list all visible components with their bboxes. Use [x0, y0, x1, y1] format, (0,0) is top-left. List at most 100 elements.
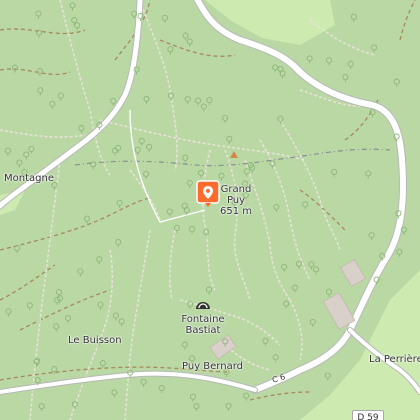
label-grand-puy-line2: Puy: [226, 195, 246, 206]
tree-icon: [350, 13, 357, 22]
tree-icon: [400, 226, 407, 235]
tree-icon: [57, 92, 64, 101]
peak-triangle-icon: [230, 151, 238, 158]
tree-icon: [325, 288, 333, 297]
tree-icon: [115, 239, 122, 248]
tree-icon: [182, 32, 189, 41]
meadow-areas: [0, 0, 420, 420]
tree-icon: [200, 103, 207, 112]
tree-icon: [158, 385, 165, 394]
tree-icon: [5, 308, 12, 317]
tree-icon: [225, 402, 232, 411]
road-shield-d: D 59: [352, 410, 384, 420]
tree-icon: [111, 147, 118, 156]
tree-icon: [78, 125, 85, 134]
tree-icon: [53, 323, 60, 332]
tree-icon: [277, 65, 284, 74]
label-fontaine-bastiat: Fontaine Bastiat: [178, 314, 228, 336]
tree-icon: [393, 78, 400, 87]
tree-icon: [90, 161, 97, 170]
tree-icon: [247, 162, 254, 171]
tree-icon: [295, 260, 303, 269]
tree-icon: [71, 17, 78, 26]
tree-icon: [262, 337, 269, 346]
tree-icon: [283, 300, 290, 309]
label-grand-puy: Grand Puy 651 m: [216, 184, 256, 217]
tree-icon: [140, 378, 147, 387]
tree-icon: [281, 263, 288, 272]
tree-icon: [161, 14, 168, 23]
tree-icon: [193, 403, 200, 412]
tree-icon: [36, 68, 43, 77]
tree-icon: [279, 70, 286, 79]
tree-icon: [243, 168, 250, 177]
tree-icon: [226, 135, 233, 144]
meadow-east: [300, 270, 420, 420]
tree-icon: [118, 318, 125, 327]
tree-icon: [28, 145, 35, 154]
tree-icon: [181, 202, 188, 211]
tree-icon: [272, 354, 279, 363]
tree-icon: [110, 97, 117, 106]
tree-icon: [194, 97, 202, 106]
tree-icon: [167, 46, 174, 55]
tree-icon: [112, 312, 119, 321]
tree-icon: [143, 95, 150, 104]
tree-icon: [96, 256, 103, 265]
summit-access-path: [129, 109, 206, 223]
tree-icon: [184, 96, 191, 105]
label-le-buisson: Le Buisson: [68, 335, 122, 346]
tree-icon: [371, 44, 378, 53]
tree-icon: [182, 154, 189, 163]
meadow-north: [205, 0, 335, 45]
tree-icon: [138, 137, 145, 146]
tree-icon: [49, 100, 56, 109]
label-fontaine-line1: Fontaine: [181, 314, 225, 325]
label-grand-puy-line1: Grand: [220, 184, 252, 195]
map-pin-shape: [196, 180, 220, 207]
tree-icon: [35, 10, 42, 19]
tree-icon: [313, 266, 320, 275]
tree-icon: [38, 403, 45, 412]
tree-icon: [308, 261, 315, 270]
tree-icon: [14, 245, 21, 254]
tree-icon: [83, 215, 91, 224]
tree-icon: [222, 114, 229, 123]
tree-icon: [111, 389, 118, 398]
tree-icon: [342, 74, 349, 83]
label-puy-bernard: Puy Bernard: [182, 361, 243, 372]
tree-icon: [186, 179, 193, 188]
building: [340, 258, 366, 288]
tree-icon: [181, 341, 188, 350]
tree-icon: [331, 168, 338, 177]
tree-icon: [368, 232, 375, 241]
map-canvas[interactable]: Montagne Grand Puy 651 m Fontaine Bastia…: [0, 0, 420, 420]
label-elevation: 651 m: [219, 206, 252, 217]
map-pin-icon[interactable]: [196, 180, 220, 208]
map-layer: [0, 0, 420, 420]
tree-icon: [23, 151, 30, 160]
tree-icon: [206, 97, 213, 106]
tree-icon: [186, 38, 193, 47]
tree-icon: [306, 55, 313, 64]
tree-icon: [396, 248, 403, 257]
tree-icon: [189, 393, 197, 402]
tree-icon: [16, 159, 23, 168]
tree-icon: [369, 109, 376, 118]
tree-icon: [272, 64, 279, 73]
tree-icon: [115, 144, 122, 153]
label-fontaine-line2: Bastiat: [185, 325, 221, 336]
tree-icon: [347, 60, 354, 69]
label-la-perriere: La Perrière: [369, 354, 420, 365]
tree-icon: [273, 203, 280, 212]
tree-icon: [134, 146, 141, 155]
tree-icon: [166, 208, 173, 217]
tree-icon: [99, 360, 106, 369]
spring-icon: [196, 302, 210, 309]
tree-icon: [197, 169, 205, 178]
building: [209, 334, 237, 360]
tree-icon: [35, 29, 43, 38]
tree-icon: [116, 199, 123, 208]
tree-icon: [64, 314, 72, 323]
label-montagne: Montagne: [4, 173, 54, 184]
